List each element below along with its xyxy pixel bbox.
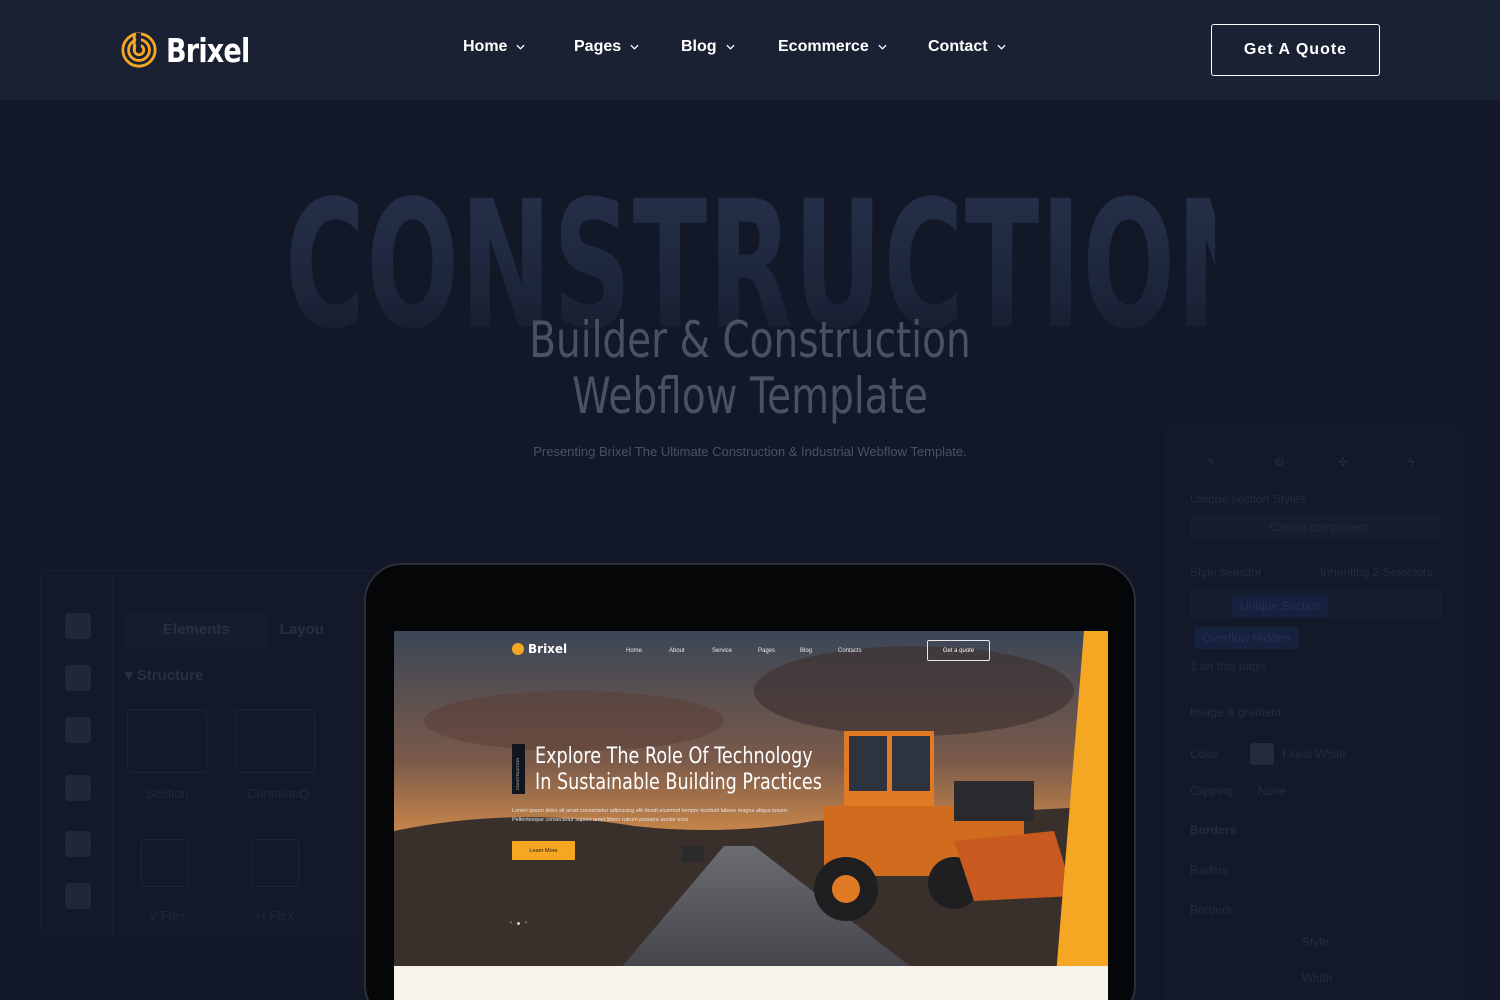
screenshot-body-text: Lorem ipsum dolor sit amet consectetur a… (512, 808, 789, 823)
get-a-quote-button[interactable]: Get A Quote (1211, 24, 1380, 76)
structure-label: Structure (136, 667, 204, 684)
panel-tabs: Elements Layou (123, 613, 324, 647)
chevron-down-icon (725, 44, 735, 50)
style-row: Create component (1270, 520, 1369, 534)
screenshot-heading-line-2: In Sustainable Building Practices (535, 770, 822, 795)
style-row: 1 on this page (1190, 659, 1266, 673)
style-row: Floral White (1282, 747, 1347, 761)
screenshot-link: Pages (758, 648, 776, 654)
pager-next-icon: › (525, 920, 527, 926)
screenshot-nav: Brixel Home About Service Pages Blog Con… (394, 631, 1108, 671)
pager-dot (517, 921, 520, 925)
screenshot-vertical-badge: CONSTRUCTION (512, 744, 525, 794)
style-row: Image & gradient (1190, 705, 1282, 719)
page-icon (65, 717, 91, 743)
hero-title-line-1: Builder & Construction (529, 311, 971, 369)
device-screen: Brixel Home About Service Pages Blog Con… (394, 631, 1108, 1000)
screenshot-link: About (669, 648, 685, 654)
style-row: Width (1302, 971, 1333, 985)
database-icon (65, 775, 91, 801)
chevron-down-icon (878, 44, 887, 50)
share-icon (65, 831, 91, 857)
style-row: Style selector (1190, 565, 1263, 579)
vflex-arrow-down-icon (141, 839, 189, 887)
brand-logo[interactable]: Brixel (120, 30, 268, 70)
top-navbar: Brixel Home Pages Blog Ecommerce Contact… (0, 0, 1500, 100)
section-tile-icon (127, 709, 207, 773)
nav-item-pages[interactable]: Pages (574, 38, 639, 56)
structure-heading: ▾ Structure (125, 667, 204, 684)
selector-chip: Overflow Hidden (1194, 627, 1299, 649)
screenshot-link: Service (712, 648, 733, 654)
screenshot-quote-button: Get a quote (927, 640, 990, 661)
badge-text: CONSTRUCTION (515, 757, 520, 790)
bolt-icon: ϟ (1408, 455, 1415, 469)
nav-item-home[interactable]: Home (463, 38, 526, 56)
selector-chip: Unique Section (1232, 595, 1330, 617)
brand-name: Brixel (166, 30, 250, 70)
gear-icon: ⚙ (1274, 455, 1285, 469)
style-row: Borders (1190, 823, 1237, 837)
hero-title: Builder & Construction Webflow Template (165, 312, 1335, 424)
screenshot-link: Blog (800, 648, 813, 654)
container-tile-icon (235, 709, 315, 773)
cube-icon (65, 613, 91, 639)
nav-item-label: Ecommerce (778, 38, 869, 55)
style-row: Clipping (1190, 784, 1234, 798)
style-row: Inheriting 2 Selectors (1320, 565, 1433, 579)
nav-item-label: Blog (681, 38, 717, 55)
screenshot-link: Home (626, 648, 643, 654)
brixel-logo-icon (121, 32, 157, 68)
chevron-down-icon (996, 44, 1006, 50)
panel-icon-rail (41, 571, 113, 934)
users-icon (65, 883, 91, 909)
screenshot-heading: Explore The Role Of Technology In Sustai… (535, 744, 822, 796)
screenshot-logo: Brixel (512, 642, 567, 656)
pager-prev-icon: ‹ (510, 920, 512, 926)
style-row: Unique section Styles (1190, 492, 1306, 506)
nav-item-ecommerce[interactable]: Ecommerce (778, 38, 887, 56)
nav-item-label: Pages (574, 38, 622, 55)
chevron-down-icon (516, 44, 526, 50)
style-row: Radius (1190, 863, 1228, 877)
style-row: Color (1190, 747, 1219, 761)
brixel-logo-icon (512, 643, 524, 655)
tab-elements: Elements (123, 613, 270, 647)
tile-label-partial: Q (298, 786, 310, 801)
tile-label: H Flex (256, 908, 294, 923)
screenshot-learn-more-button: Learn More (512, 841, 575, 860)
style-row: None (1258, 784, 1287, 798)
tile-label: V Flex (148, 908, 186, 923)
nav-item-label: Contact (928, 38, 988, 55)
tile-label: Section (145, 786, 189, 801)
hero-title-line-2: Webflow Template (572, 367, 928, 425)
nav-item-label: Home (463, 38, 508, 55)
style-panel-decoration: ✎ ⚙ ✣ ϟ Unique section Styles Create com… (1165, 428, 1460, 1000)
screenshot-heading-line-1: Explore The Role Of Technology (535, 744, 813, 769)
layers-icon (65, 665, 91, 691)
screenshot-link: Contacts (838, 648, 862, 654)
hflex-arrow-right-icon (251, 839, 299, 887)
chevron-down-icon (630, 44, 639, 50)
tab-layouts: Layou (279, 621, 324, 638)
style-row: Style (1302, 935, 1329, 949)
brush-icon: ✎ (1206, 455, 1217, 469)
style-row: Borders (1190, 903, 1233, 917)
drops-icon: ✣ (1338, 455, 1349, 469)
screenshot-pager: ‹ › (510, 920, 527, 926)
nav-item-blog[interactable]: Blog (681, 38, 735, 56)
nav-item-contact[interactable]: Contact (928, 38, 1006, 56)
screenshot-logo-text: Brixel (528, 642, 568, 656)
elements-panel-decoration: Elements Layou ▾ Structure Section Conta… (40, 570, 380, 935)
color-swatch (1250, 743, 1274, 765)
